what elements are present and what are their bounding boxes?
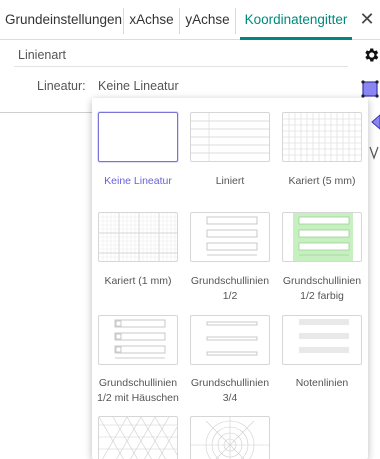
option-liniert[interactable] — [190, 112, 270, 162]
close-icon[interactable]: ✕ — [358, 10, 376, 28]
triangle-tool-icon[interactable] — [370, 114, 380, 130]
tab-xachse[interactable]: xAchse — [124, 8, 180, 34]
option-grundschullinien-1-2[interactable] — [190, 212, 270, 262]
tab-yachse[interactable]: yAchse — [180, 8, 236, 34]
gear-icon[interactable] — [362, 46, 380, 64]
polar-grid-preview-icon — [191, 417, 269, 459]
option-label: Keine Lineatur — [104, 175, 172, 187]
active-tab-indicator — [240, 37, 352, 40]
section-title: Linienart — [18, 48, 66, 62]
option-grundschullinien-3-4[interactable] — [190, 315, 270, 365]
option-polar-grid[interactable] — [190, 416, 270, 459]
option-kariert-5mm[interactable] — [282, 112, 362, 162]
blank-preview-icon — [99, 113, 177, 161]
option-label: Grundschullinien 1/2 mit Häuschen — [97, 377, 179, 404]
tab-grundeinstellungen[interactable]: Grundeinstellungen — [4, 8, 124, 34]
grid-5mm-preview-icon — [283, 113, 361, 161]
section-divider — [14, 66, 348, 67]
option-triangle-grid[interactable] — [98, 416, 178, 459]
tab-koordinatengitter[interactable]: Koordinatengitter — [240, 8, 352, 34]
primary-lines-houses-preview-icon — [114, 319, 166, 359]
option-label: Liniert — [215, 175, 245, 187]
option-label: Grundschullinien 3/4 — [190, 377, 270, 404]
vector-tool-icon[interactable] — [368, 146, 380, 160]
lineatur-dropdown[interactable]: Keine Lineatur — [98, 79, 179, 93]
option-label: Notenlinien — [295, 377, 349, 389]
triangle-grid-preview-icon — [99, 417, 177, 459]
music-staff-preview-icon — [299, 319, 349, 353]
option-label: Grundschullinien 1/2 farbig — [282, 275, 362, 302]
colored-primary-lines-preview-icon — [293, 213, 353, 261]
option-label: Kariert (5 mm) — [288, 175, 356, 187]
option-notenlinien[interactable] — [282, 315, 362, 365]
tab-bar: Grundeinstellungen xAchse yAchse Koordin… — [0, 0, 380, 40]
option-grundschullinien-1-2-farbig[interactable] — [282, 212, 362, 262]
field-underline — [0, 112, 92, 113]
ruled-lines-preview-icon — [191, 113, 269, 161]
primary-lines-3-4-preview-icon — [206, 321, 258, 356]
option-label: Kariert (1 mm) — [104, 275, 172, 287]
polygon-tool-icon[interactable] — [361, 80, 379, 98]
option-keine-lineatur[interactable] — [98, 112, 178, 162]
option-label: Grundschullinien 1/2 — [190, 275, 270, 302]
grid-1mm-preview-icon — [99, 213, 177, 261]
primary-lines-preview-icon — [206, 216, 258, 256]
lineatur-label: Lineatur: — [37, 79, 86, 93]
option-grundschullinien-haeuschen[interactable] — [98, 315, 178, 365]
lineatur-options-panel: Keine Lineatur Liniert Kariert (5 mm) Ka… — [92, 98, 368, 459]
option-kariert-1mm[interactable] — [98, 212, 178, 262]
